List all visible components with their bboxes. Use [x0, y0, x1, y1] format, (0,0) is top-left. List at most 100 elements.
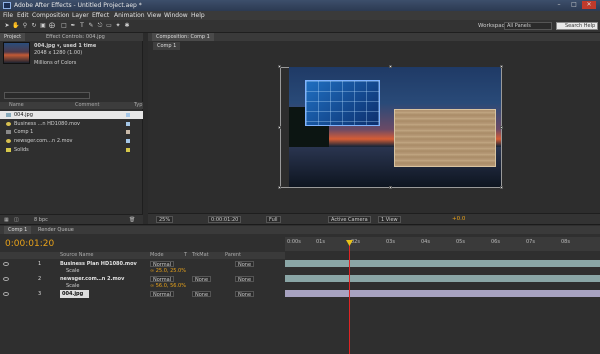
layer-duration-bar[interactable] [285, 290, 600, 297]
menu-layer[interactable]: Layer [72, 12, 89, 19]
project-item[interactable]: Solids [0, 146, 143, 154]
menu-composition[interactable]: Composition [32, 12, 69, 19]
transform-handle[interactable] [500, 186, 503, 189]
menu-edit[interactable]: Edit [17, 12, 29, 19]
tab-render-queue[interactable]: Render Queue [34, 226, 78, 234]
composition-canvas[interactable] [289, 67, 501, 187]
eraser-tool-icon[interactable]: ▭ [105, 22, 113, 30]
property-row[interactable]: Scale ∞ 56.0, 56.0% [0, 283, 285, 290]
parent-select[interactable]: None [235, 276, 255, 283]
new-folder-icon[interactable]: ◫ [14, 217, 19, 223]
camera-select[interactable]: Active Camera [328, 216, 371, 223]
visibility-eye-icon[interactable] [3, 277, 9, 281]
transform-handle[interactable] [389, 65, 392, 68]
transform-handle[interactable] [278, 186, 281, 189]
column-trkmat[interactable]: TrkMat [192, 252, 209, 259]
project-item[interactable]: Business ...n HD1080.mov [0, 120, 143, 128]
label-color-swatch[interactable] [126, 113, 130, 117]
layer-row[interactable]: 1 Business Plan HD1080.mov Normal None [0, 260, 285, 268]
column-name[interactable]: Name [9, 102, 24, 109]
project-search-input[interactable] [4, 92, 90, 99]
column-mode[interactable]: Mode [150, 252, 164, 259]
rectangle-tool-icon[interactable]: □ [60, 22, 68, 30]
transform-handle[interactable] [500, 126, 503, 129]
interpret-footage-icon[interactable]: ▦ [4, 217, 9, 223]
column-comment[interactable]: Comment [75, 102, 100, 109]
close-icon[interactable]: ✕ [582, 1, 596, 9]
exposure-value[interactable]: +0.0 [452, 216, 465, 222]
maximize-icon[interactable]: □ [567, 1, 581, 9]
search-help-input[interactable]: Search Help [556, 22, 598, 30]
roto-brush-tool-icon[interactable]: ✦ [114, 22, 122, 30]
column-parent[interactable]: Parent [225, 252, 241, 259]
selection-tool-icon[interactable]: ➤ [3, 22, 11, 30]
tab-composition[interactable]: Composition: Comp 1 [152, 33, 214, 41]
column-t[interactable]: T [184, 252, 187, 259]
property-value[interactable]: ∞ 25.0, 25.0% [150, 268, 186, 275]
transform-handle[interactable] [278, 65, 281, 68]
clone-stamp-tool-icon[interactable]: ⎋ [96, 22, 104, 30]
hand-tool-icon[interactable]: ✋ [12, 22, 20, 30]
layer-name[interactable]: Business Plan HD1080.mov [60, 260, 137, 268]
business-plan-layer-preview[interactable] [305, 80, 380, 126]
column-source-name[interactable]: Source Name [60, 252, 94, 259]
delete-icon[interactable]: 🗑 [129, 217, 135, 223]
comp-breadcrumb[interactable]: Comp 1 [153, 42, 181, 50]
wood-layer-preview[interactable] [394, 109, 496, 167]
trkmat-select[interactable]: None [192, 276, 212, 283]
views-select[interactable]: 1 View [378, 216, 401, 223]
label-color-swatch[interactable] [126, 139, 130, 143]
pan-behind-tool-icon[interactable]: ⨁ [48, 22, 56, 30]
trkmat-select[interactable]: None [192, 291, 212, 298]
brush-tool-icon[interactable]: ✎ [87, 22, 95, 30]
project-item[interactable]: 004.jpg [0, 111, 143, 119]
rotate-tool-icon[interactable]: ↻ [30, 22, 38, 30]
timeline-timecode[interactable]: 0:00:01:20 [5, 239, 54, 249]
current-time-indicator[interactable] [349, 243, 350, 354]
visibility-eye-icon[interactable] [3, 292, 9, 296]
project-item[interactable]: newsger.com…n 2.mov [0, 137, 143, 145]
transform-handle[interactable] [278, 126, 281, 129]
minimize-icon[interactable]: – [552, 1, 566, 9]
parent-select[interactable]: None [235, 261, 255, 268]
parent-select[interactable]: None [235, 291, 255, 298]
camera-tool-icon[interactable]: ▣ [39, 22, 47, 30]
label-color-swatch[interactable] [126, 130, 130, 134]
blend-mode-select[interactable]: Normal [150, 291, 175, 298]
visibility-eye-icon[interactable] [3, 262, 9, 266]
label-color-swatch[interactable] [126, 148, 130, 152]
column-type[interactable]: Typ [134, 102, 142, 109]
current-time-display[interactable]: 0:00:01:20 [208, 216, 242, 223]
layer-name[interactable]: newsger.com…n 2.mov [60, 275, 124, 283]
type-tool-icon[interactable]: T [78, 22, 86, 30]
zoom-select[interactable]: 25% [156, 216, 174, 223]
menu-animation[interactable]: Animation [114, 12, 145, 19]
workspace-select[interactable]: All Panels [504, 22, 552, 30]
blend-mode-select[interactable]: Normal [150, 261, 175, 268]
transform-handle[interactable] [389, 186, 392, 189]
menu-effect[interactable]: Effect [92, 12, 109, 19]
tab-project[interactable]: Project [0, 33, 26, 41]
project-item[interactable]: Comp 1 [0, 128, 143, 136]
blend-mode-select[interactable]: Normal [150, 276, 175, 283]
layer-duration-bar[interactable] [285, 260, 600, 267]
property-row[interactable]: Scale ∞ 25.0, 25.0% [0, 268, 285, 275]
tab-comp1[interactable]: Comp 1 [4, 226, 32, 234]
time-ruler[interactable] [285, 237, 600, 251]
tab-effect-controls[interactable]: Effect Controls: 004.jpg [42, 33, 109, 41]
label-color-swatch[interactable] [126, 122, 130, 126]
pen-tool-icon[interactable]: ✒ [69, 22, 77, 30]
layer-row[interactable]: 3 004.jpg Normal None None [0, 290, 285, 298]
menu-window[interactable]: Window [164, 12, 188, 19]
property-value[interactable]: ∞ 56.0, 56.0% [150, 283, 186, 290]
layer-duration-bar[interactable] [285, 275, 600, 282]
zoom-tool-icon[interactable]: ⚲ [21, 22, 29, 30]
bpc-toggle[interactable]: 8 bpc [34, 217, 48, 223]
menu-file[interactable]: File [3, 12, 13, 19]
transform-handle[interactable] [500, 65, 503, 68]
puppet-pin-tool-icon[interactable]: ✱ [123, 22, 131, 30]
resolution-select[interactable]: Full [266, 216, 281, 223]
menu-view[interactable]: View [147, 12, 161, 19]
menu-help[interactable]: Help [191, 12, 205, 19]
layer-name[interactable]: 004.jpg [60, 290, 90, 298]
